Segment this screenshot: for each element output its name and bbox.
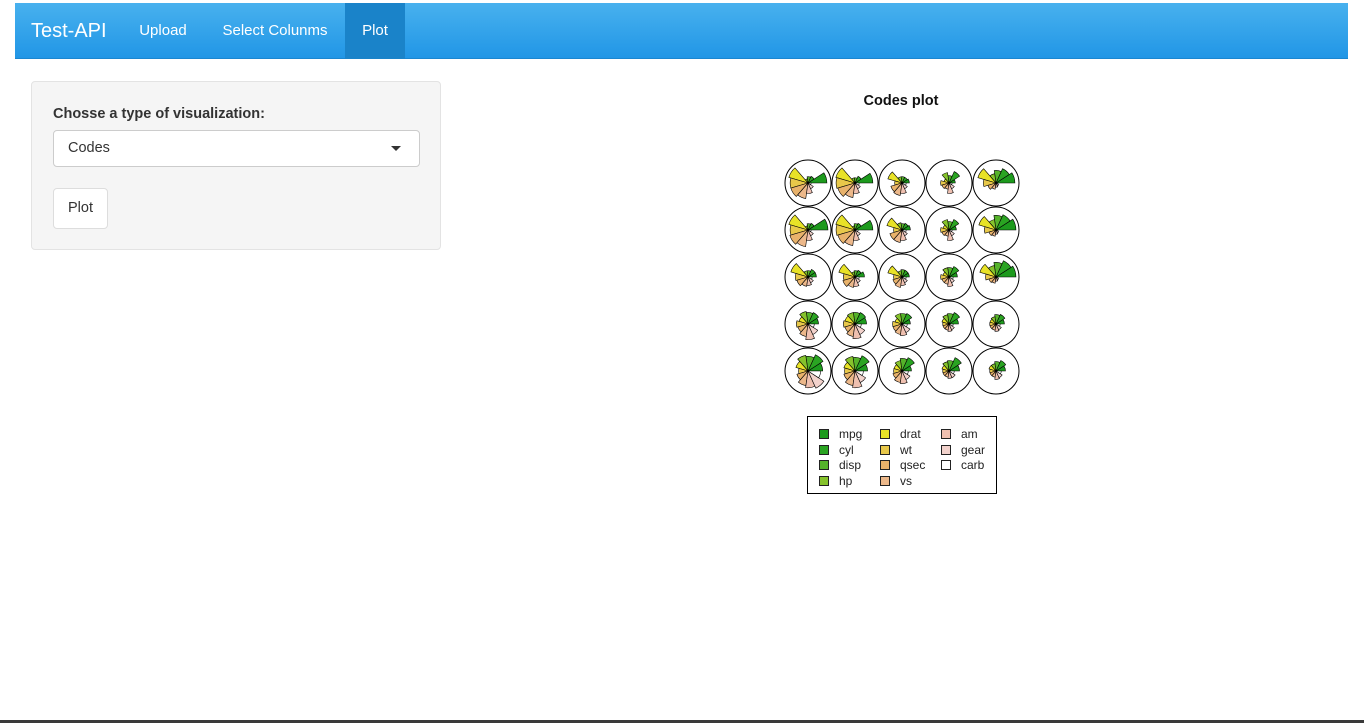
legend-label: wt — [900, 442, 912, 457]
segment-glyph — [831, 347, 879, 395]
legend-label: cyl — [839, 442, 854, 457]
legend-label: qsec — [900, 458, 926, 472]
legend-swatch — [819, 429, 829, 439]
segment-glyph — [878, 300, 926, 348]
plot-button[interactable]: Plot — [53, 188, 108, 229]
sidebar-panel: Chosse a type of visualization: Codes Pl… — [31, 81, 441, 250]
legend-swatch — [880, 460, 890, 470]
segment-glyph — [831, 300, 879, 348]
segment-glyph — [831, 253, 879, 301]
legend-label: hp — [839, 473, 853, 488]
chart-legend: mpg cyl disp hp drat wt qsec vs am gear carb — [807, 416, 997, 494]
segment-glyph — [784, 347, 832, 395]
segment-glyph — [831, 206, 879, 254]
segment-glyph — [878, 347, 926, 395]
segment-glyph — [925, 206, 973, 254]
legend-label: carb — [961, 458, 985, 472]
chevron-down-icon — [391, 146, 401, 151]
legend-label: mpg — [839, 427, 863, 441]
segment-glyph — [972, 159, 1020, 207]
segment-glyph — [972, 347, 1020, 395]
segment-glyph — [925, 300, 973, 348]
legend-swatch — [819, 460, 829, 470]
legend-swatch — [880, 475, 890, 486]
legend-label: am — [961, 427, 978, 441]
navbar: Test-API Upload Select Colunms Plot — [15, 3, 1348, 59]
legend-label: gear — [961, 442, 986, 457]
legend-swatch — [941, 429, 951, 439]
visualization-type-label: Chosse a type of visualization: — [53, 106, 265, 122]
segment-glyph — [784, 206, 832, 254]
chart-title: Codes plot — [863, 93, 939, 109]
segment-glyph — [784, 300, 832, 348]
segment-glyph — [972, 253, 1020, 301]
legend-swatch — [880, 444, 890, 455]
legend-swatch — [880, 429, 890, 439]
nav-tab-select-columns[interactable]: Select Colunms — [209, 3, 341, 59]
segment-glyph — [972, 206, 1020, 254]
segment-glyph — [925, 253, 973, 301]
legend-swatch — [941, 460, 951, 470]
segment-glyph — [784, 159, 832, 207]
segment-glyph — [925, 347, 973, 395]
segment-glyph — [784, 253, 832, 301]
brand-title[interactable]: Test-API — [31, 3, 107, 59]
nav-tab-upload[interactable]: Upload — [125, 3, 201, 59]
visualization-type-select[interactable]: Codes — [53, 130, 420, 167]
legend-label: drat — [900, 427, 921, 441]
nav-tab-plot[interactable]: Plot — [345, 3, 405, 59]
legend-label: vs — [900, 473, 912, 488]
legend-label: disp — [839, 458, 862, 472]
segments-chart — [784, 159, 1020, 395]
legend-swatch — [819, 475, 829, 486]
segment-glyph — [925, 159, 973, 207]
segment-glyph — [878, 253, 926, 301]
segment-glyph — [831, 159, 879, 207]
segment-glyph — [878, 206, 926, 254]
segment-glyph — [972, 300, 1020, 348]
legend-swatch — [819, 444, 829, 455]
legend-swatch — [941, 444, 951, 455]
segment-glyph — [878, 159, 926, 207]
select-value: Codes — [68, 140, 110, 156]
